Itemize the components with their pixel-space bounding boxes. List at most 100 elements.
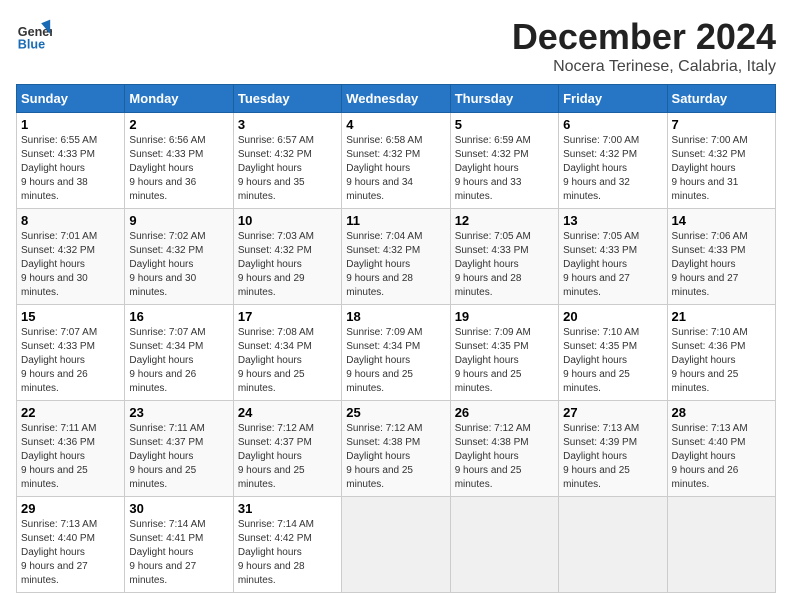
calendar-cell: 25 Sunrise: 7:12 AMSunset: 4:38 PMDayligh… bbox=[342, 401, 450, 497]
calendar-cell: 13 Sunrise: 7:05 AMSunset: 4:33 PMDayligh… bbox=[559, 209, 667, 305]
day-detail: Sunrise: 7:14 AMSunset: 4:42 PMDaylight … bbox=[238, 518, 337, 588]
calendar-cell: 14 Sunrise: 7:06 AMSunset: 4:33 PMDayligh… bbox=[667, 209, 775, 305]
calendar-week-3: 15Sunrise: 7:07 AMSunset: 4:33 PMDayligh… bbox=[17, 305, 776, 401]
calendar-cell: 30 Sunrise: 7:14 AMSunset: 4:41 PMDayligh… bbox=[125, 497, 233, 593]
day-detail: Sunrise: 7:10 AMSunset: 4:36 PMDaylight … bbox=[672, 326, 771, 396]
day-detail: Sunrise: 7:13 AMSunset: 4:40 PMDaylight … bbox=[672, 422, 771, 492]
day-number: 18 bbox=[346, 309, 445, 324]
calendar-table: SundayMondayTuesdayWednesdayThursdayFrid… bbox=[16, 84, 776, 593]
day-detail: Sunrise: 6:59 AMSunset: 4:32 PMDaylight … bbox=[455, 134, 554, 204]
day-detail: Sunrise: 7:14 AMSunset: 4:41 PMDaylight … bbox=[129, 518, 228, 588]
day-number: 17 bbox=[238, 309, 337, 324]
calendar-cell: 23 Sunrise: 7:11 AMSunset: 4:37 PMDayligh… bbox=[125, 401, 233, 497]
header-day-saturday: Saturday bbox=[667, 85, 775, 113]
calendar-cell: 27 Sunrise: 7:13 AMSunset: 4:39 PMDayligh… bbox=[559, 401, 667, 497]
calendar-cell bbox=[667, 497, 775, 593]
day-number: 5 bbox=[455, 117, 554, 132]
day-detail: Sunrise: 7:12 AMSunset: 4:37 PMDaylight … bbox=[238, 422, 337, 492]
day-detail: Sunrise: 7:06 AMSunset: 4:33 PMDaylight … bbox=[672, 230, 771, 300]
calendar-cell: 17 Sunrise: 7:08 AMSunset: 4:34 PMDayligh… bbox=[233, 305, 341, 401]
day-number: 30 bbox=[129, 501, 228, 516]
calendar-cell: 10 Sunrise: 7:03 AMSunset: 4:32 PMDayligh… bbox=[233, 209, 341, 305]
day-number: 26 bbox=[455, 405, 554, 420]
day-detail: Sunrise: 7:13 AMSunset: 4:39 PMDaylight … bbox=[563, 422, 662, 492]
header-day-thursday: Thursday bbox=[450, 85, 558, 113]
header-day-sunday: Sunday bbox=[17, 85, 125, 113]
header: General Blue December 2024 Nocera Terine… bbox=[16, 16, 776, 76]
day-detail: Sunrise: 7:09 AMSunset: 4:35 PMDaylight … bbox=[455, 326, 554, 396]
day-number: 20 bbox=[563, 309, 662, 324]
calendar-cell: 22Sunrise: 7:11 AMSunset: 4:36 PMDayligh… bbox=[17, 401, 125, 497]
calendar-header-row: SundayMondayTuesdayWednesdayThursdayFrid… bbox=[17, 85, 776, 113]
day-number: 21 bbox=[672, 309, 771, 324]
day-number: 10 bbox=[238, 213, 337, 228]
calendar-cell: 15Sunrise: 7:07 AMSunset: 4:33 PMDayligh… bbox=[17, 305, 125, 401]
day-number: 29 bbox=[21, 501, 120, 516]
logo-icon: General Blue bbox=[16, 16, 52, 52]
day-number: 14 bbox=[672, 213, 771, 228]
day-number: 19 bbox=[455, 309, 554, 324]
calendar-cell: 7Sunrise: 7:00 AMSunset: 4:32 PMDaylight… bbox=[667, 113, 775, 209]
day-detail: Sunrise: 7:12 AMSunset: 4:38 PMDaylight … bbox=[346, 422, 445, 492]
day-detail: Sunrise: 7:07 AMSunset: 4:34 PMDaylight … bbox=[129, 326, 228, 396]
calendar-cell: 21 Sunrise: 7:10 AMSunset: 4:36 PMDayligh… bbox=[667, 305, 775, 401]
calendar-cell: 29 Sunrise: 7:13 AMSunset: 4:40 PMDayligh… bbox=[17, 497, 125, 593]
calendar-body: 1Sunrise: 6:55 AMSunset: 4:33 PMDaylight… bbox=[17, 113, 776, 593]
day-detail: Sunrise: 6:56 AMSunset: 4:33 PMDaylight … bbox=[129, 134, 228, 204]
calendar-cell: 4Sunrise: 6:58 AMSunset: 4:32 PMDaylight… bbox=[342, 113, 450, 209]
day-detail: Sunrise: 7:04 AMSunset: 4:32 PMDaylight … bbox=[346, 230, 445, 300]
calendar-cell: 24 Sunrise: 7:12 AMSunset: 4:37 PMDayligh… bbox=[233, 401, 341, 497]
day-number: 13 bbox=[563, 213, 662, 228]
day-detail: Sunrise: 7:00 AMSunset: 4:32 PMDaylight … bbox=[563, 134, 662, 204]
day-detail: Sunrise: 7:05 AMSunset: 4:33 PMDaylight … bbox=[563, 230, 662, 300]
calendar-week-4: 22Sunrise: 7:11 AMSunset: 4:36 PMDayligh… bbox=[17, 401, 776, 497]
header-day-tuesday: Tuesday bbox=[233, 85, 341, 113]
calendar-cell bbox=[450, 497, 558, 593]
day-detail: Sunrise: 7:07 AMSunset: 4:33 PMDaylight … bbox=[21, 326, 120, 396]
calendar-week-1: 1Sunrise: 6:55 AMSunset: 4:33 PMDaylight… bbox=[17, 113, 776, 209]
day-number: 16 bbox=[129, 309, 228, 324]
day-detail: Sunrise: 7:13 AMSunset: 4:40 PMDaylight … bbox=[21, 518, 120, 588]
header-day-monday: Monday bbox=[125, 85, 233, 113]
title-area: December 2024 Nocera Terinese, Calabria,… bbox=[512, 16, 776, 76]
day-detail: Sunrise: 7:05 AMSunset: 4:33 PMDaylight … bbox=[455, 230, 554, 300]
header-day-wednesday: Wednesday bbox=[342, 85, 450, 113]
day-number: 25 bbox=[346, 405, 445, 420]
calendar-cell: 1Sunrise: 6:55 AMSunset: 4:33 PMDaylight… bbox=[17, 113, 125, 209]
day-detail: Sunrise: 7:08 AMSunset: 4:34 PMDaylight … bbox=[238, 326, 337, 396]
calendar-cell: 19 Sunrise: 7:09 AMSunset: 4:35 PMDayligh… bbox=[450, 305, 558, 401]
calendar-cell: 18 Sunrise: 7:09 AMSunset: 4:34 PMDayligh… bbox=[342, 305, 450, 401]
calendar-week-5: 29 Sunrise: 7:13 AMSunset: 4:40 PMDayligh… bbox=[17, 497, 776, 593]
day-detail: Sunrise: 7:03 AMSunset: 4:32 PMDaylight … bbox=[238, 230, 337, 300]
day-detail: Sunrise: 7:10 AMSunset: 4:35 PMDaylight … bbox=[563, 326, 662, 396]
header-day-friday: Friday bbox=[559, 85, 667, 113]
day-number: 28 bbox=[672, 405, 771, 420]
calendar-cell bbox=[342, 497, 450, 593]
day-detail: Sunrise: 7:02 AMSunset: 4:32 PMDaylight … bbox=[129, 230, 228, 300]
day-number: 11 bbox=[346, 213, 445, 228]
calendar-cell: 28 Sunrise: 7:13 AMSunset: 4:40 PMDayligh… bbox=[667, 401, 775, 497]
day-number: 23 bbox=[129, 405, 228, 420]
day-number: 1 bbox=[21, 117, 120, 132]
day-number: 8 bbox=[21, 213, 120, 228]
calendar-cell bbox=[559, 497, 667, 593]
day-number: 2 bbox=[129, 117, 228, 132]
day-detail: Sunrise: 7:01 AMSunset: 4:32 PMDaylight … bbox=[21, 230, 120, 300]
day-number: 3 bbox=[238, 117, 337, 132]
day-number: 7 bbox=[672, 117, 771, 132]
day-number: 4 bbox=[346, 117, 445, 132]
logo: General Blue bbox=[16, 16, 52, 52]
day-detail: Sunrise: 7:09 AMSunset: 4:34 PMDaylight … bbox=[346, 326, 445, 396]
day-number: 31 bbox=[238, 501, 337, 516]
calendar-cell: 3 Sunrise: 6:57 AMSunset: 4:32 PMDaylight… bbox=[233, 113, 341, 209]
day-number: 27 bbox=[563, 405, 662, 420]
svg-text:Blue: Blue bbox=[18, 37, 45, 51]
calendar-cell: 31 Sunrise: 7:14 AMSunset: 4:42 PMDayligh… bbox=[233, 497, 341, 593]
day-detail: Sunrise: 7:11 AMSunset: 4:37 PMDaylight … bbox=[129, 422, 228, 492]
day-detail: Sunrise: 6:57 AMSunset: 4:32 PMDaylight … bbox=[238, 134, 337, 204]
calendar-cell: 12Sunrise: 7:05 AMSunset: 4:33 PMDayligh… bbox=[450, 209, 558, 305]
calendar-cell: 8 Sunrise: 7:01 AMSunset: 4:32 PMDaylight… bbox=[17, 209, 125, 305]
calendar-week-2: 8 Sunrise: 7:01 AMSunset: 4:32 PMDaylight… bbox=[17, 209, 776, 305]
day-number: 24 bbox=[238, 405, 337, 420]
calendar-cell: 6Sunrise: 7:00 AMSunset: 4:32 PMDaylight… bbox=[559, 113, 667, 209]
